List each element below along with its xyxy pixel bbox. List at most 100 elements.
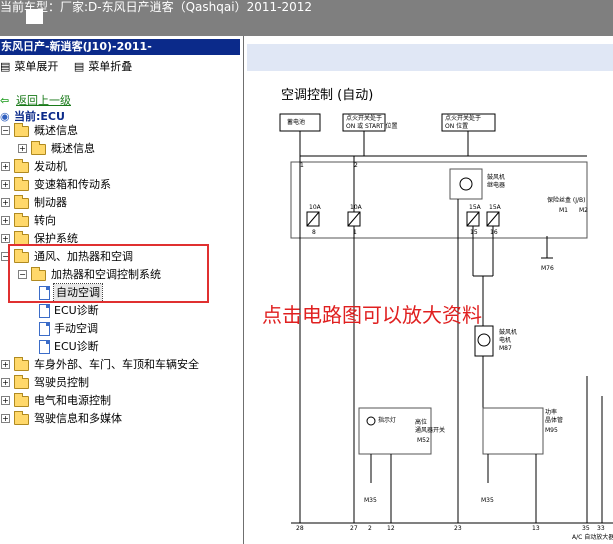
tree-toolbar: ▤ 菜单展开 ▤ 菜单折叠 (0, 60, 240, 74)
back-link[interactable]: ⇦ 返回上一级 (0, 94, 71, 108)
tree-header: 东风日产-新逍客(J10)-2011- (0, 39, 240, 55)
folder-icon (14, 231, 29, 245)
tree-item-label: 制动器 (34, 196, 67, 209)
fuse-box-ref-1: M1 (559, 207, 568, 214)
folder-icon (14, 159, 29, 173)
folder-icon (14, 375, 29, 389)
menu-icon: ▤ (0, 60, 11, 73)
tree-panel: 东风日产-新逍客(J10)-2011- ▤ 菜单展开 ▤ 菜单折叠 ⇦ 返回上一级 ◉… (0, 36, 244, 544)
power-transistor-label-1: 功率 (545, 408, 557, 416)
ignition-on-label-1: 点火开关处于 (445, 114, 481, 122)
tree-item-label: 变速箱和传动系 (34, 178, 111, 191)
folder-icon (14, 195, 29, 209)
folder-icon (14, 249, 29, 263)
tree-item-label: 转向 (34, 214, 56, 227)
blower-motor-label-1: 鼓风机 (499, 328, 517, 336)
tree-item-label: 保护系统 (34, 232, 78, 245)
diagram-panel[interactable]: 空调控制 (自动) 蓄电池 点火开关处于 ON 或 START 位置 点火开关处… (247, 36, 613, 544)
fuse-no-4: 16 (490, 229, 498, 236)
expand-icon[interactable]: + (18, 144, 27, 153)
tree-item-label: 概述信息 (34, 124, 78, 137)
pin-bottom-3: 2 (368, 525, 372, 532)
expand-menu-button[interactable]: 菜单展开 (14, 60, 58, 73)
fuse-amp-1: 10A (309, 204, 322, 211)
expand-icon[interactable]: + (1, 234, 10, 243)
tree-item-label: 加热器和空调控制系统 (51, 268, 161, 281)
blower-relay-label-2: 继电器 (487, 181, 505, 189)
tree-item-label: 车身外部、车门、车顶和车辆安全 (34, 358, 199, 371)
expand-icon[interactable]: + (1, 216, 10, 225)
expand-icon[interactable]: + (1, 414, 10, 423)
fuse-box-ref-2: M2 (579, 207, 588, 214)
ignition-on-start-label-1: 点火开关处于 (346, 114, 382, 122)
fuse-amp-4: 15A (489, 204, 502, 211)
wiring-diagram[interactable]: 蓄电池 点火开关处于 ON 或 START 位置 点火开关处于 ON 位置 鼓风… (247, 36, 613, 544)
document-icon (39, 286, 50, 300)
ignition-on-start-label-2: ON 或 START 位置 (346, 122, 397, 130)
collapse-menu-button[interactable]: 菜单折叠 (88, 60, 132, 73)
hi-blower-switch-label-2: 通风器开关 (415, 426, 445, 434)
fuse-no-1: 8 (312, 229, 316, 236)
folder-icon (31, 141, 46, 155)
pin-bottom-6: 13 (532, 525, 540, 532)
pin-bottom-4: 12 (387, 525, 395, 532)
blower-motor-label-2: 电机 (499, 336, 511, 344)
folder-icon (14, 357, 29, 371)
document-icon (39, 322, 50, 336)
pin-bottom-2: 27 (350, 525, 358, 532)
pin-top-2: 2 (354, 162, 358, 169)
fuse-amp-2: 10A (350, 204, 363, 211)
power-transistor-ref: M95 (545, 427, 558, 434)
ground-ref-m35-2: M35 (481, 497, 494, 504)
fuse-amp-3: 15A (469, 204, 482, 211)
expand-icon[interactable]: + (1, 396, 10, 405)
back-link-label: 返回上一级 (16, 94, 71, 107)
fuse-no-3: 15 (470, 229, 478, 236)
hi-blower-switch-ref: M52 (417, 437, 430, 444)
blower-relay-label-1: 鼓风机 (487, 173, 505, 181)
collapse-icon[interactable]: − (18, 270, 27, 279)
document-icon (39, 304, 50, 318)
ground-ref-m76: M76 (541, 265, 554, 272)
folder-icon (14, 123, 29, 137)
expand-icon[interactable]: + (1, 378, 10, 387)
collapse-icon[interactable]: − (1, 126, 10, 135)
expand-icon[interactable]: + (1, 360, 10, 369)
pin-bottom-5: 23 (454, 525, 462, 532)
folder-icon (14, 213, 29, 227)
pin-bottom-8: 33 (597, 525, 605, 532)
folder-icon (14, 393, 29, 407)
tree-item-label: 手动空调 (54, 322, 98, 335)
indicator-lamp-label: 指示灯 (378, 416, 396, 424)
battery-label: 蓄电池 (287, 118, 305, 126)
user-icon: ◉ (0, 110, 10, 123)
tree-item-label: ECU诊断 (54, 340, 99, 353)
power-transistor-label-2: 晶体管 (545, 416, 563, 424)
tree-item-label: 驾驶员控制 (34, 376, 89, 389)
title-bar: 当前车型：厂家:D-东风日产逍客（Qashqai）2011-2012 (0, 0, 613, 36)
fuse-no-2: 1 (353, 229, 357, 236)
pin-bottom-1: 28 (296, 525, 304, 532)
folder-icon (31, 267, 46, 281)
tree-item-label: 概述信息 (51, 142, 95, 155)
expand-icon[interactable]: + (1, 198, 10, 207)
collapse-icon[interactable]: − (1, 252, 10, 261)
ac-amp-label: A/C 自动放大器 (572, 533, 613, 541)
window-title: 当前车型：厂家:D-东风日产逍客（Qashqai）2011-2012 (0, 0, 312, 14)
tree-item-label: 驾驶信息和多媒体 (34, 412, 122, 425)
expand-icon[interactable]: + (1, 180, 10, 189)
blower-motor-ref: M87 (499, 345, 512, 352)
zoom-hint-text: 点击电路图可以放大资料 (262, 303, 482, 327)
tree-item-label: 发动机 (34, 160, 67, 173)
back-arrow-icon: ⇦ (0, 94, 10, 107)
tree-item-label: ECU诊断 (54, 304, 99, 317)
hi-blower-switch-label-1: 高位 (415, 418, 427, 426)
menu-icon: ▤ (73, 60, 85, 73)
expand-icon[interactable]: + (1, 162, 10, 171)
fuse-box-label: 保险丝盒 (J/B) (547, 196, 586, 204)
folder-icon (14, 411, 29, 425)
window-icon (26, 9, 43, 24)
document-icon (39, 340, 50, 354)
pin-top-1: 1 (300, 162, 304, 169)
ignition-on-label-2: ON 位置 (445, 122, 468, 130)
